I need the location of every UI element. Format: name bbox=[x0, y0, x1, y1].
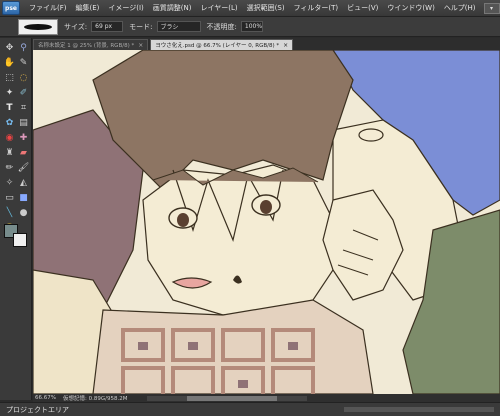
options-bar: サイズ: 69 px モード: ブラシ 不透明度: 100% bbox=[0, 17, 500, 37]
horizontal-scrollbar[interactable] bbox=[147, 395, 308, 401]
document-canvas[interactable] bbox=[33, 50, 500, 394]
tab-active-document[interactable]: ヨウさ化え.psd @ 66.7% (レイヤー 0, RGB/8) * × bbox=[150, 39, 294, 50]
zoom-level[interactable]: 66.67% bbox=[33, 395, 59, 401]
size-label: サイズ: bbox=[64, 22, 88, 31]
type-icon[interactable]: T bbox=[3, 101, 16, 114]
menu-image[interactable]: イメージ(I) bbox=[108, 3, 143, 13]
zoom-icon[interactable]: ⚲ bbox=[17, 41, 30, 54]
hand-icon[interactable]: ✋ bbox=[3, 56, 16, 69]
quick-select-icon[interactable]: ✐ bbox=[17, 86, 30, 99]
project-bin-label[interactable]: プロジェクトエリア bbox=[6, 405, 69, 415]
status-bar: 66.67% 仮想記憶: 0.89G/958.2M bbox=[33, 394, 500, 402]
sponge-icon[interactable]: ● bbox=[17, 206, 30, 219]
gradient-icon[interactable]: ▭ bbox=[3, 191, 16, 204]
project-bin-bar: プロジェクトエリア bbox=[0, 402, 500, 416]
red-eye-icon[interactable]: ◉ bbox=[3, 131, 16, 144]
pencil-icon[interactable]: ✏ bbox=[3, 161, 16, 174]
scrollbar-thumb[interactable] bbox=[187, 395, 278, 401]
shape-icon[interactable]: ■ bbox=[17, 191, 30, 204]
close-icon[interactable]: × bbox=[283, 42, 288, 49]
cookie-cutter-icon[interactable]: ✿ bbox=[3, 116, 16, 129]
paint-bucket-icon[interactable]: ◭ bbox=[17, 176, 30, 189]
brush-icon[interactable]: 🖌 bbox=[17, 161, 30, 174]
healing-icon[interactable]: ✚ bbox=[17, 131, 30, 144]
eyedropper-icon[interactable]: ✎ bbox=[17, 56, 30, 69]
menu-select[interactable]: 選択範囲(S) bbox=[247, 3, 285, 13]
project-bin-scrollbar[interactable] bbox=[344, 407, 494, 412]
blur-icon[interactable]: ╲ bbox=[3, 206, 16, 219]
tab-label: 名称未設定 1 @ 25% (背景, RGB/8) * bbox=[38, 43, 135, 49]
toolbox: ✥ ⚲ ✋ ✎ ⬚ ◌ ✦ ✐ T ⌗ ✿ ▤ ◉ ✚ ♜ ▰ ✏ 🖌 ✧ ◭ … bbox=[0, 38, 32, 400]
menu-file[interactable]: ファイル(F) bbox=[29, 3, 67, 13]
menu-edit[interactable]: 編集(E) bbox=[76, 3, 100, 13]
tab-label: ヨウさ化え.psd @ 66.7% (レイヤー 0, RGB/8) * bbox=[155, 43, 280, 49]
menu-window[interactable]: ウインドウ(W) bbox=[387, 3, 434, 13]
workspace-switcher-icon[interactable]: ▾ bbox=[483, 2, 500, 14]
brush-preset-picker[interactable] bbox=[18, 18, 58, 35]
menu-help[interactable]: ヘルプ(H) bbox=[444, 3, 476, 13]
menu-view[interactable]: ビュー(V) bbox=[347, 3, 378, 13]
app-logo[interactable]: pse bbox=[2, 1, 20, 15]
document-tabs: 名称未設定 1 @ 25% (背景, RGB/8) * × ヨウさ化え.psd … bbox=[33, 38, 500, 50]
magic-wand-icon[interactable]: ✦ bbox=[3, 86, 16, 99]
menu-layer[interactable]: レイヤー(L) bbox=[200, 3, 237, 13]
document-info[interactable]: 仮想記憶: 0.89G/958.2M bbox=[63, 394, 127, 402]
lasso-icon[interactable]: ◌ bbox=[17, 71, 30, 84]
mode-label: モード: bbox=[129, 22, 153, 31]
crop-icon[interactable]: ⌗ bbox=[17, 101, 30, 114]
opacity-input[interactable]: 100% bbox=[240, 21, 263, 32]
close-icon[interactable]: × bbox=[138, 42, 143, 49]
marquee-icon[interactable]: ⬚ bbox=[3, 71, 16, 84]
menu-filter[interactable]: フィルター(T) bbox=[294, 3, 339, 13]
menu-bar: pse ファイル(F) 編集(E) イメージ(I) 画質調整(N) レイヤー(L… bbox=[0, 0, 500, 17]
opacity-label: 不透明度: bbox=[206, 22, 237, 31]
eraser-icon[interactable]: ▰ bbox=[17, 146, 30, 159]
size-input[interactable]: 69 px bbox=[91, 21, 124, 32]
straighten-icon[interactable]: ▤ bbox=[17, 116, 30, 129]
canvas-artwork bbox=[33, 50, 500, 394]
move-icon[interactable]: ✥ bbox=[3, 41, 16, 54]
clone-stamp-icon[interactable]: ♜ bbox=[3, 146, 16, 159]
brush-stroke-icon bbox=[24, 23, 52, 30]
tab-untitled[interactable]: 名称未設定 1 @ 25% (背景, RGB/8) * × bbox=[33, 39, 149, 50]
smart-brush-icon[interactable]: ✧ bbox=[3, 176, 16, 189]
background-color-swatch[interactable] bbox=[13, 233, 27, 247]
mode-select[interactable]: ブラシ bbox=[156, 21, 201, 32]
menu-enhance[interactable]: 画質調整(N) bbox=[153, 3, 192, 13]
